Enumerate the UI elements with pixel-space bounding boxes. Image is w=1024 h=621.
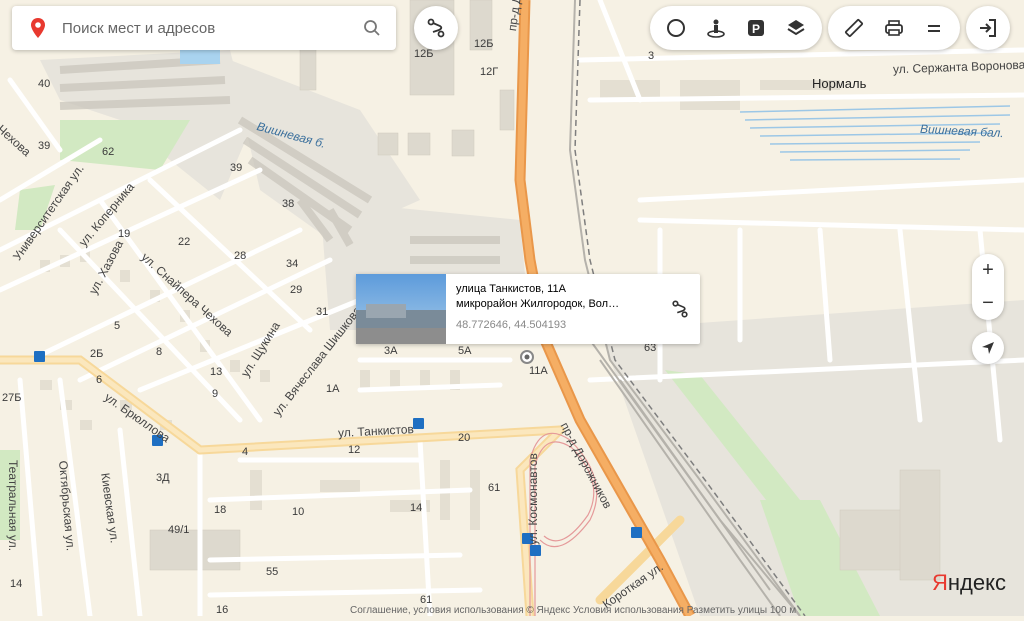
print-button[interactable] bbox=[874, 8, 914, 48]
house-number: 2Б bbox=[90, 348, 104, 360]
logo-rest: ндекс bbox=[947, 570, 1006, 595]
zoom-out-button[interactable]: − bbox=[972, 287, 1004, 320]
house-number: 39 bbox=[230, 162, 243, 174]
house-number: 14 bbox=[10, 578, 23, 590]
house-number: 3Д bbox=[156, 472, 170, 484]
layers-toolbar: P bbox=[650, 6, 822, 50]
traffic-icon bbox=[667, 19, 685, 37]
ruler-button[interactable] bbox=[834, 8, 874, 48]
house-number: 4 bbox=[242, 446, 249, 458]
logo-text: Яндекс bbox=[932, 570, 1006, 595]
traffic-button[interactable] bbox=[656, 8, 696, 48]
print-icon bbox=[885, 20, 903, 36]
house-number: 40 bbox=[38, 78, 51, 90]
geolocation-button[interactable] bbox=[972, 332, 1004, 364]
place-coordinates: 48.772646, 44.504193 bbox=[456, 319, 567, 331]
house-number: 27Б bbox=[2, 392, 22, 404]
house-number: 18 bbox=[214, 504, 227, 516]
house-number: 49/1 bbox=[168, 524, 190, 536]
house-number: 29 bbox=[290, 284, 303, 296]
house-number: 12Г bbox=[480, 66, 499, 78]
route-icon bbox=[427, 18, 445, 38]
place-title: улица Танкистов, 11А bbox=[456, 283, 566, 295]
house-number: 19 bbox=[118, 228, 131, 240]
ruler-icon bbox=[845, 19, 863, 37]
house-number: 3A bbox=[384, 345, 398, 357]
parking-button[interactable]: P bbox=[736, 8, 776, 48]
house-number: 22 bbox=[178, 236, 191, 248]
parking-icon: P bbox=[748, 20, 764, 36]
menu-button[interactable] bbox=[914, 8, 954, 48]
yandex-pin-icon bbox=[31, 18, 45, 38]
house-number: 14 bbox=[410, 502, 423, 514]
place-label: Нормаль bbox=[812, 76, 867, 91]
house-number: 8 bbox=[156, 346, 163, 358]
house-number: 34 bbox=[286, 258, 299, 270]
search-box[interactable] bbox=[12, 6, 396, 50]
house-number: 31 bbox=[316, 306, 329, 318]
search-button[interactable] bbox=[360, 16, 384, 40]
house-number: 55 bbox=[266, 566, 279, 578]
house-number: 3 bbox=[648, 50, 655, 62]
card-route-button[interactable] bbox=[660, 274, 700, 344]
house-number: 10 bbox=[292, 506, 305, 518]
house-number: 6 bbox=[96, 374, 103, 386]
panorama-button[interactable] bbox=[696, 8, 736, 48]
layers-button[interactable] bbox=[776, 8, 816, 48]
house-number: 5A bbox=[458, 345, 472, 357]
search-icon bbox=[364, 20, 380, 36]
house-number: 5 bbox=[114, 320, 121, 332]
house-number: 12Б bbox=[414, 48, 434, 60]
house-number: 62 bbox=[102, 146, 115, 158]
house-number: 16 bbox=[216, 604, 229, 616]
house-number: 28 bbox=[234, 250, 247, 262]
login-button[interactable] bbox=[966, 6, 1010, 50]
svg-text:P: P bbox=[752, 22, 760, 36]
panorama-icon bbox=[707, 19, 725, 38]
house-number: 1A bbox=[326, 383, 340, 395]
house-number: 39 bbox=[38, 140, 51, 152]
zoom-control: + − bbox=[972, 254, 1004, 320]
search-input[interactable] bbox=[60, 18, 360, 38]
route-icon bbox=[672, 300, 688, 318]
menu-icon bbox=[928, 25, 940, 32]
house-number: 38 bbox=[282, 198, 295, 210]
street-label: Театральная ул. bbox=[6, 460, 20, 552]
logo-first-letter: Я bbox=[932, 570, 948, 595]
copyright-text: Соглашение, условия использования © Янде… bbox=[350, 605, 797, 616]
route-button[interactable] bbox=[414, 6, 458, 50]
house-number: 61 bbox=[488, 482, 501, 494]
house-number: 12 bbox=[348, 444, 361, 456]
zoom-in-button[interactable]: + bbox=[972, 254, 1004, 287]
geolocation-arrow-icon bbox=[982, 342, 994, 354]
house-number: 12Б bbox=[474, 38, 494, 50]
house-number: 20 bbox=[458, 432, 471, 444]
layers-icon bbox=[787, 20, 805, 36]
place-card[interactable]: улица Танкистов, 11А микрорайон Жилгород… bbox=[356, 274, 700, 344]
login-icon bbox=[980, 19, 996, 37]
place-subtitle: микрорайон Жилгородок, Вол… bbox=[456, 298, 620, 310]
yandex-logo[interactable]: Яндекс bbox=[932, 570, 1006, 596]
house-number: 13 bbox=[210, 366, 223, 378]
tools-toolbar bbox=[828, 6, 960, 50]
house-number: 9 bbox=[212, 388, 219, 400]
house-number: 11A bbox=[529, 365, 548, 377]
panorama-thumbnail[interactable] bbox=[356, 274, 446, 344]
street-label: ул. Космонавтов bbox=[526, 453, 540, 545]
